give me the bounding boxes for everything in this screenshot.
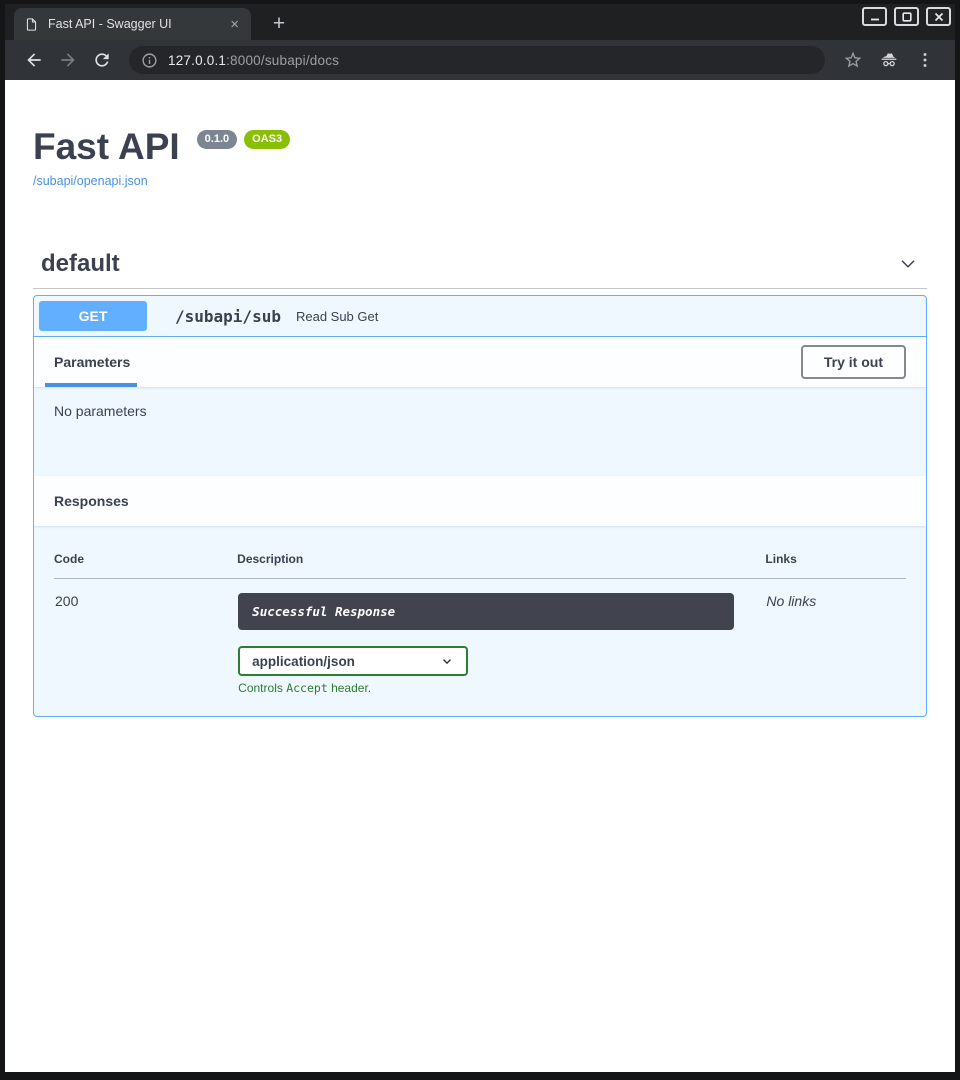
accept-code: Accept [286,681,328,695]
operation-path: /subapi/sub [175,307,281,326]
no-parameters-text: No parameters [54,403,147,419]
method-badge-get: GET [39,301,147,331]
url-path: :8000/subapi/docs [226,53,339,68]
tag-section: default GET /subapi/sub Read Sub Get Par… [33,240,927,717]
table-row: 200 Successful Response application/json [54,579,906,697]
api-info: Fast API 0.1.0 OAS3 /subapi/openapi.json [33,128,927,190]
tab-title: Fast API - Swagger UI [48,17,228,31]
maximize-icon [901,11,913,23]
page-title: Fast API [33,128,180,165]
back-icon[interactable] [24,50,44,70]
minimize-button[interactable] [862,7,887,26]
parameters-body: No parameters [34,387,926,476]
site-info-icon[interactable] [141,52,158,69]
incognito-icon [879,50,899,70]
url-host: 127.0.0.1 [168,53,226,68]
version-badge: 0.1.0 [197,130,237,149]
tab-close-icon[interactable]: × [228,17,241,32]
document-favicon-icon [24,17,39,32]
browser-titlebar: Fast API - Swagger UI × + [5,4,955,40]
media-type-value: application/json [252,654,355,669]
minimize-icon [869,11,881,23]
responses-table: Code Description Links 200 Successful Re [54,546,906,696]
address-bar[interactable]: 127.0.0.1:8000/subapi/docs [129,46,825,74]
response-description: Successful Response [238,593,734,630]
close-icon [933,11,945,23]
browser-toolbar: 127.0.0.1:8000/subapi/docs [5,40,955,80]
maximize-button[interactable] [894,7,919,26]
responses-body: Code Description Links 200 Successful Re [34,526,926,716]
bookmark-star-icon[interactable] [843,50,863,70]
openapi-spec-link[interactable]: /subapi/openapi.json [33,174,148,188]
accept-header-hint: Controls Accept header. [238,681,764,695]
page-viewport: Fast API 0.1.0 OAS3 /subapi/openapi.json… [5,80,955,1072]
select-chevron-icon [440,654,454,668]
browser-menu-icon[interactable] [915,50,935,70]
column-header-code: Code [54,546,237,579]
tag-name: default [41,250,120,278]
response-links: No links [765,579,906,697]
opblock-get-subapi-sub: GET /subapi/sub Read Sub Get Parameters … [33,295,927,717]
column-header-links: Links [765,546,906,579]
media-type-select[interactable]: application/json [238,646,468,676]
responses-header: Responses [34,476,926,526]
reload-icon[interactable] [92,50,112,70]
chevron-down-icon[interactable] [897,253,919,275]
url-text: 127.0.0.1:8000/subapi/docs [168,53,339,68]
response-code: 200 [54,579,237,697]
try-it-out-button[interactable]: Try it out [801,345,906,379]
new-tab-button[interactable]: + [265,8,293,40]
tag-header-default[interactable]: default [33,240,927,289]
window-controls [862,7,951,26]
parameters-title: Parameters [54,354,130,370]
active-tab-underline [45,383,137,387]
parameters-header: Parameters Try it out [34,337,926,387]
browser-tab[interactable]: Fast API - Swagger UI × [14,8,251,40]
response-description-cell: Successful Response application/json Con [237,579,765,697]
forward-icon[interactable] [58,50,78,70]
column-header-description: Description [237,546,765,579]
operation-summary-text: Read Sub Get [296,309,378,324]
responses-title: Responses [54,493,129,509]
operation-summary[interactable]: GET /subapi/sub Read Sub Get [34,296,926,337]
close-button[interactable] [926,7,951,26]
oas-badge: OAS3 [244,130,290,149]
